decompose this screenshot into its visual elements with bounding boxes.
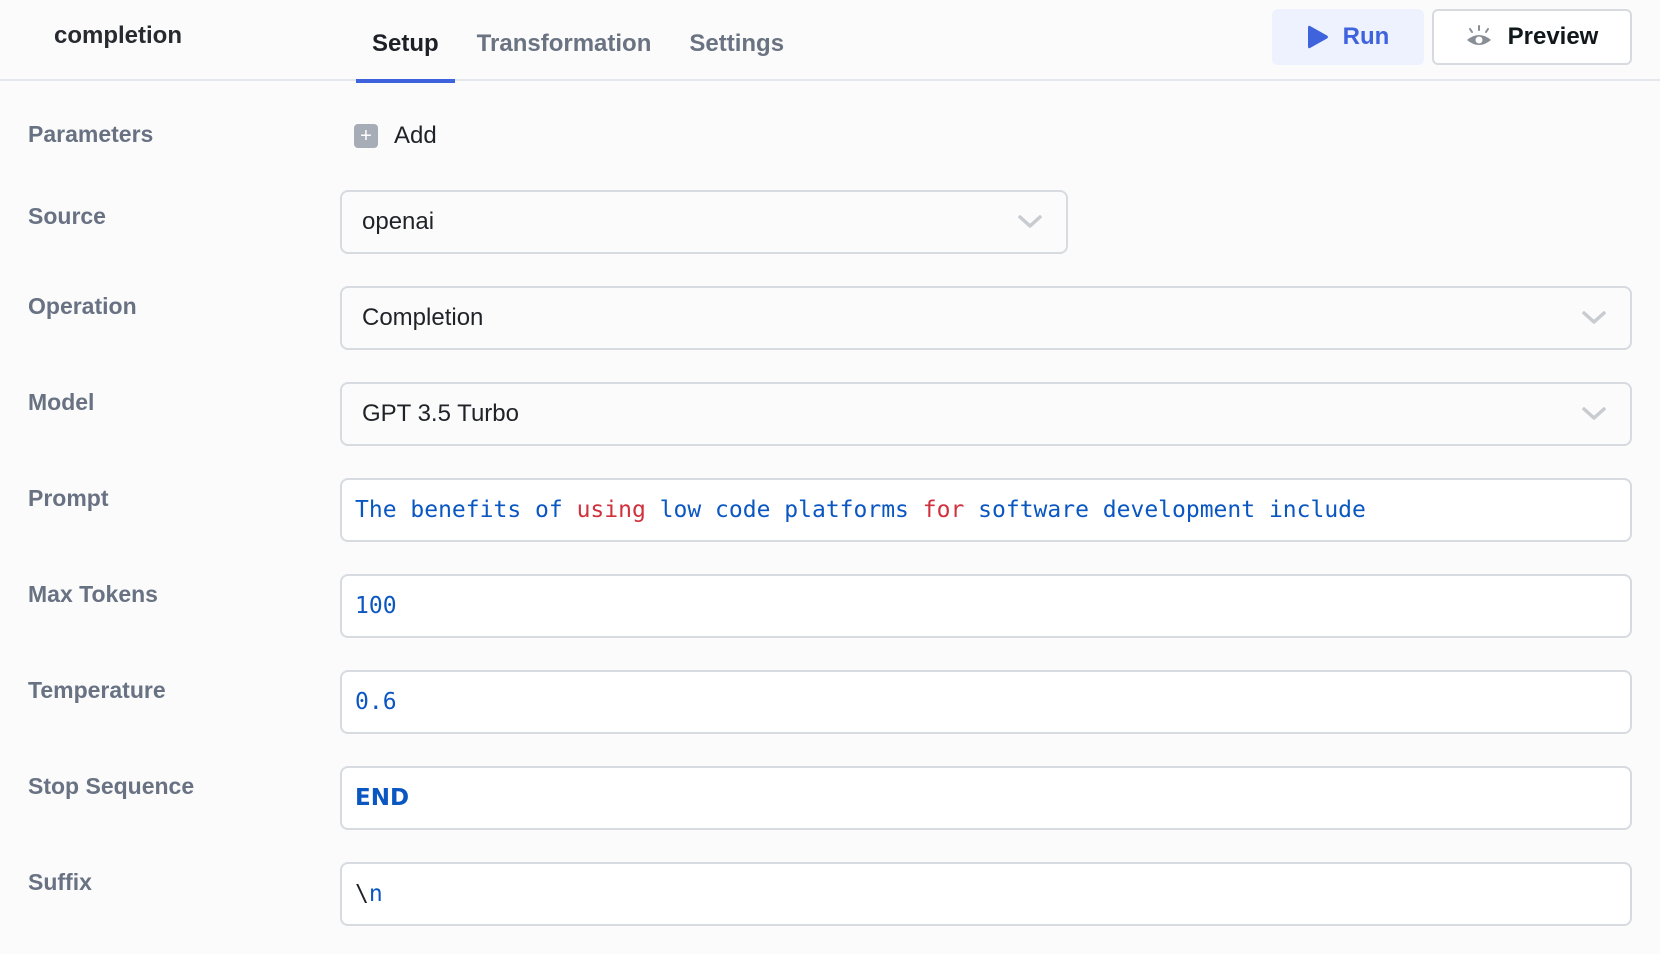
model-label: Model [28, 389, 95, 415]
run-button[interactable]: Run [1272, 9, 1424, 65]
suffix-label: Suffix [28, 869, 92, 895]
operation-value: Completion [362, 304, 484, 331]
tab-settings[interactable]: Settings [673, 0, 800, 81]
suffix-escape: \ [355, 881, 369, 907]
suffix-input[interactable]: \ n [340, 862, 1632, 926]
model-value: GPT 3.5 Turbo [362, 400, 519, 427]
prompt-token: software development include [964, 497, 1366, 523]
source-label: Source [28, 203, 106, 229]
preview-button[interactable]: Preview [1432, 9, 1632, 65]
prompt-keyword: using [576, 497, 646, 523]
prompt-token: low code platforms [645, 497, 923, 523]
chevron-down-icon [1018, 215, 1042, 228]
eye-icon [1466, 25, 1491, 45]
run-label: Run [1342, 23, 1390, 50]
max-tokens-input[interactable]: 100 [340, 574, 1632, 638]
prompt-label: Prompt [28, 485, 109, 511]
prompt-keyword: for [922, 497, 965, 523]
temperature-input[interactable]: 0.6 [340, 670, 1632, 734]
source-select[interactable]: openai [340, 190, 1068, 254]
model-select[interactable]: GPT 3.5 Turbo [340, 382, 1632, 446]
tab-bar: Setup Transformation Settings [356, 0, 806, 83]
chevron-down-icon [1582, 407, 1606, 420]
suffix-char: n [368, 881, 383, 907]
parameters-label: Parameters [28, 121, 154, 147]
stop-sequence-label: Stop Sequence [28, 773, 195, 799]
prompt-token: The benefits of [355, 497, 577, 523]
preview-label: Preview [1507, 23, 1599, 50]
stop-sequence-input[interactable]: END [340, 766, 1632, 830]
plus-icon: + [354, 124, 378, 148]
prompt-input[interactable]: The benefits of using low code platforms… [340, 478, 1632, 542]
query-header: completion Setup Transformation Settings… [0, 0, 1660, 83]
query-name[interactable]: completion [54, 22, 182, 50]
add-label: Add [394, 122, 437, 149]
operation-label: Operation [28, 293, 137, 319]
source-value: openai [362, 208, 435, 235]
max-tokens-label: Max Tokens [28, 581, 158, 607]
stop-sequence-value: END [355, 785, 410, 811]
chevron-down-icon [1582, 311, 1606, 324]
play-icon [1307, 25, 1328, 49]
max-tokens-value: 100 [355, 593, 397, 619]
tab-setup[interactable]: Setup [356, 0, 455, 83]
tab-transformation[interactable]: Transformation [461, 0, 668, 81]
temperature-label: Temperature [28, 677, 166, 703]
operation-select[interactable]: Completion [340, 286, 1632, 350]
add-parameter-button[interactable]: + Add [354, 122, 437, 150]
temperature-value: 0.6 [355, 689, 397, 715]
